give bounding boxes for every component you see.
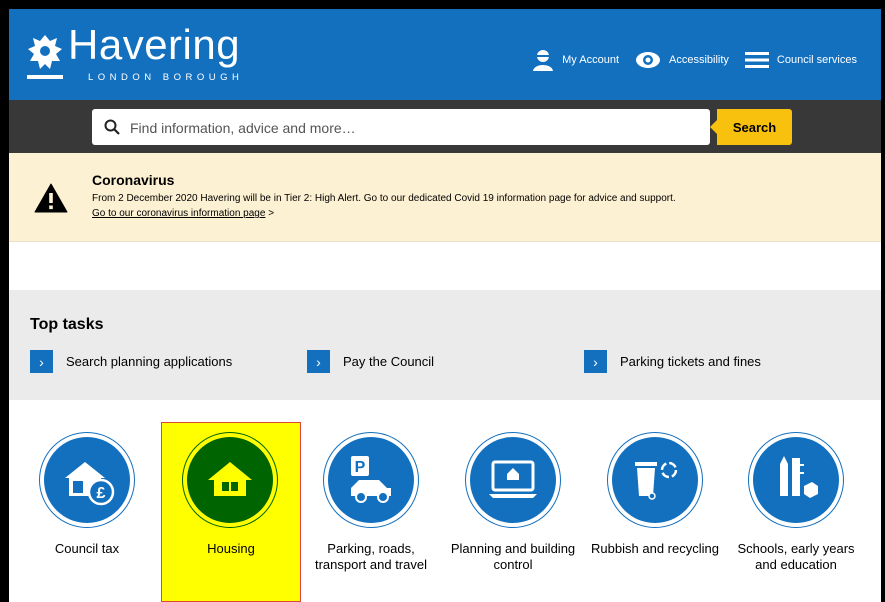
service-label: Schools, early years and education — [737, 541, 855, 572]
search-button[interactable]: Search — [710, 109, 792, 145]
task-search-planning[interactable]: › Search planning applications — [30, 350, 232, 373]
service-icon-circle: £ — [39, 432, 135, 528]
chevron-right-icon: › — [307, 350, 330, 373]
my-account-link[interactable]: My Account — [532, 49, 619, 71]
task-label: Parking tickets and fines — [620, 354, 761, 369]
housing-icon — [208, 462, 252, 496]
service-schools[interactable]: Schools, early years and education — [726, 422, 866, 602]
warning-icon — [34, 183, 68, 213]
chevron-right-icon: › — [584, 350, 607, 373]
header-links: My Account Accessibility Council service… — [516, 49, 857, 71]
search-icon — [104, 119, 120, 135]
service-planning[interactable]: Planning and building control — [443, 422, 583, 602]
service-rubbish[interactable]: Rubbish and recycling — [585, 422, 725, 602]
service-council-tax[interactable]: £ Council tax — [17, 422, 157, 602]
alert-link-suffix: > — [265, 208, 275, 219]
task-pay-council[interactable]: › Pay the Council — [307, 350, 434, 373]
service-icon-circle — [607, 432, 703, 528]
service-label: Housing — [207, 541, 255, 556]
svg-text:£: £ — [97, 485, 106, 502]
schools-icon — [780, 456, 818, 498]
task-label: Search planning applications — [66, 354, 233, 369]
site-header: Havering LONDON BOROUGH My Account Acces… — [9, 9, 881, 100]
top-tasks-section: Top tasks › Search planning applications… — [9, 290, 881, 400]
council-services-link[interactable]: Council services — [744, 51, 857, 69]
service-label: Parking, roads, transport and travel — [314, 541, 427, 572]
my-account-label: My Account — [562, 54, 619, 66]
menu-icon — [744, 52, 769, 68]
alert-title: Coronavirus — [92, 172, 175, 188]
service-label: Planning and building control — [450, 541, 576, 572]
eye-icon — [636, 52, 660, 68]
service-label: Council tax — [54, 541, 120, 556]
planning-icon — [489, 460, 537, 498]
service-label: Rubbish and recycling — [591, 541, 719, 556]
service-icon-circle — [182, 432, 278, 528]
council-tax-icon: £ — [65, 462, 115, 506]
recycling-icon — [635, 461, 678, 500]
parking-icon: P — [351, 456, 391, 503]
coronavirus-info-link[interactable]: Go to our coronavirus information page — [92, 208, 265, 219]
council-crest-icon[interactable] — [24, 31, 66, 83]
user-icon — [533, 50, 554, 71]
alert-link-row: Go to our coronavirus information page > — [92, 208, 274, 219]
logo-subtitle: LONDON BOROUGH — [88, 72, 244, 83]
search-input[interactable] — [128, 109, 702, 147]
service-parking[interactable]: P Parking, roads, transport and travel — [301, 422, 441, 602]
svg-text:P: P — [355, 459, 366, 476]
service-icon-circle — [748, 432, 844, 528]
council-services-label: Council services — [776, 54, 857, 66]
alert-text: From 2 December 2020 Havering will be in… — [92, 193, 676, 204]
chevron-right-icon: › — [30, 350, 53, 373]
service-icon-circle — [465, 432, 561, 528]
accessibility-link[interactable]: Accessibility — [635, 51, 729, 69]
task-parking-tickets[interactable]: › Parking tickets and fines — [584, 350, 761, 373]
logo-text[interactable]: Havering — [68, 21, 240, 69]
search-box — [92, 109, 710, 147]
search-bar: Search — [9, 100, 881, 153]
task-label: Pay the Council — [343, 354, 435, 369]
page-frame: Havering LONDON BOROUGH My Account Acces… — [0, 0, 885, 602]
top-tasks-title: Top tasks — [30, 316, 104, 333]
accessibility-label: Accessibility — [669, 54, 729, 66]
service-icon-circle: P — [323, 432, 419, 528]
coronavirus-alert: Coronavirus From 2 December 2020 Haverin… — [9, 153, 881, 242]
service-housing[interactable]: Housing — [161, 422, 301, 602]
